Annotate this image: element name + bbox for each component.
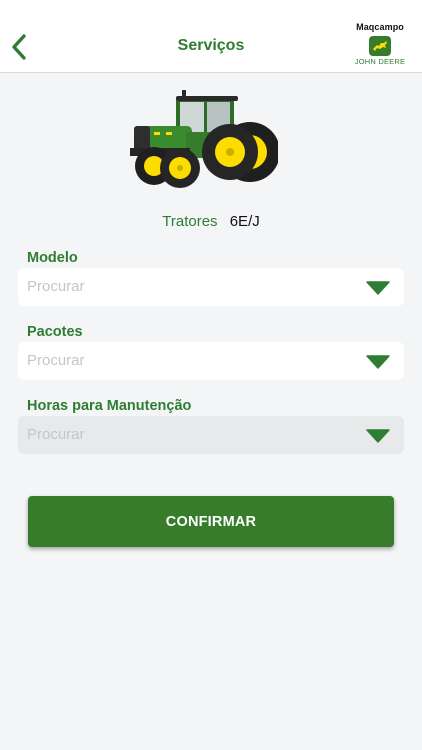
brand-subtitle: JOHN DEERE <box>354 57 406 66</box>
tractor-image <box>130 90 278 188</box>
horas-select[interactable]: Procurar <box>18 416 404 454</box>
tractor-summary: Tratores 6E/J <box>0 213 422 230</box>
horas-placeholder: Procurar <box>27 426 85 443</box>
tractor-model: 6E/J <box>229 213 260 230</box>
modelo-select[interactable]: Procurar <box>18 268 404 306</box>
horas-label: Horas para Manutenção <box>27 398 192 414</box>
brand-logo: Maqcampo JOHN DEERE <box>349 22 411 66</box>
modelo-label: Modelo <box>27 250 78 266</box>
caret-down-icon <box>366 281 390 295</box>
pacotes-select[interactable]: Procurar <box>18 342 404 380</box>
top-bar: Serviços Maqcampo JOHN DEERE <box>0 0 422 73</box>
brand-name: Maqcampo <box>356 22 404 32</box>
caret-down-icon <box>366 429 390 443</box>
modelo-placeholder: Procurar <box>27 278 85 295</box>
tractor-category: Tratores <box>162 213 218 230</box>
pacotes-placeholder: Procurar <box>27 352 85 369</box>
confirm-button[interactable]: CONFIRMAR <box>28 496 394 547</box>
confirm-button-label: CONFIRMAR <box>165 513 257 530</box>
pacotes-label: Pacotes <box>27 324 83 340</box>
john-deere-deer-icon <box>369 36 391 56</box>
caret-down-icon <box>366 355 390 369</box>
